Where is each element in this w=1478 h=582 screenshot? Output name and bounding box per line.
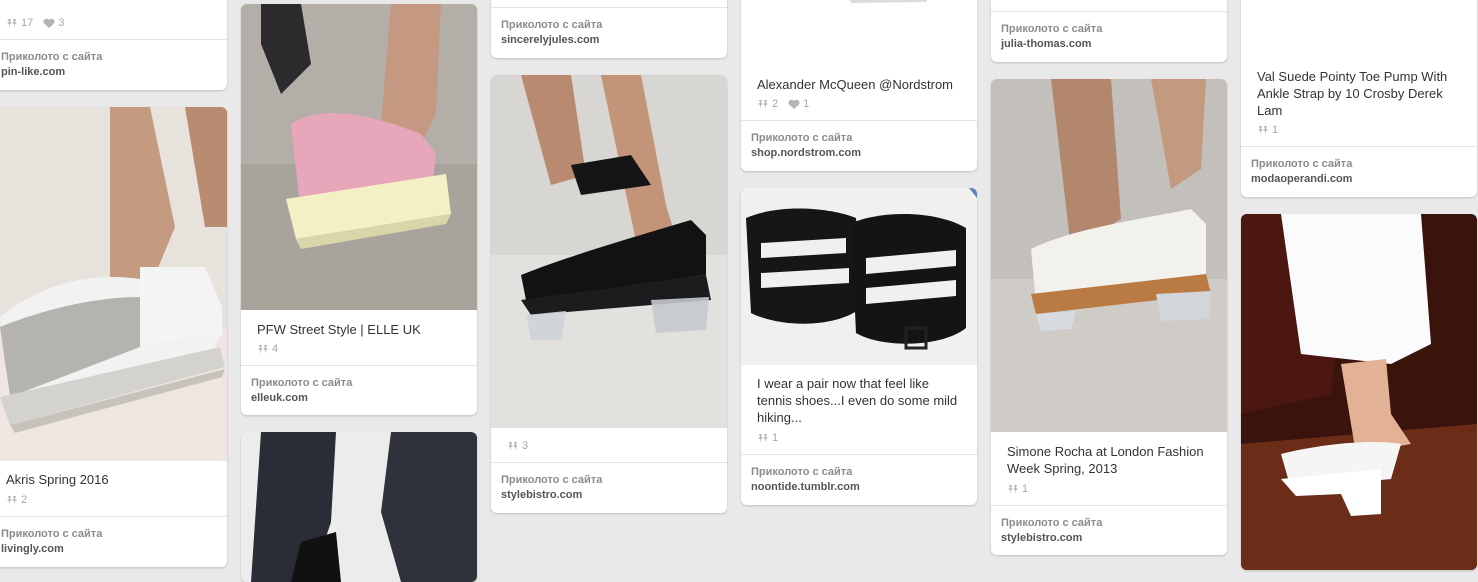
pin-card[interactable]: 3 Приколото с сайта stylebistro.com <box>491 75 727 513</box>
pin-image[interactable] <box>741 0 977 64</box>
source-label: Приколото с сайта <box>1001 517 1103 529</box>
pin-card[interactable]: Val Suede Pointy Toe Pump With Ankle Str… <box>1241 0 1477 197</box>
divider <box>741 120 977 121</box>
pin-card[interactable]: I wear a pair now that feel like tennis … <box>741 188 977 505</box>
source-site[interactable]: sincerelyjules.com <box>501 33 717 48</box>
divider <box>1241 146 1477 147</box>
repin-icon <box>257 344 269 355</box>
pin-source[interactable]: Приколото с сайта elleuk.com <box>251 376 467 406</box>
source-label: Приколото с сайта <box>1001 23 1103 35</box>
pin-image[interactable] <box>991 79 1227 432</box>
pin-source[interactable]: Приколото с сайта modaoperandi.com <box>1251 157 1467 187</box>
repin-icon <box>6 495 18 506</box>
source-site[interactable]: stylebistro.com <box>501 488 717 503</box>
pin-card[interactable]: Alexander McQueen @Nordstrom 2 1 Приколо… <box>741 0 977 171</box>
source-label: Приколото с сайта <box>251 377 353 389</box>
pin-source[interactable]: Приколото с сайта noontide.tumblr.com <box>751 465 967 495</box>
pin-stats: 3 <box>507 440 538 452</box>
repin-icon <box>507 441 519 452</box>
pin-image[interactable] <box>741 188 977 365</box>
source-site[interactable]: shop.nordstrom.com <box>751 146 967 161</box>
repin-icon <box>1257 125 1269 136</box>
source-site[interactable]: livingly.com <box>1 542 217 557</box>
source-site[interactable]: pin-like.com <box>1 65 217 80</box>
divider <box>991 505 1227 506</box>
pin-card[interactable]: PFW Street Style | ELLE UK 4 Приколото с… <box>241 4 477 415</box>
pin-image[interactable] <box>1241 0 1477 56</box>
source-site[interactable]: noontide.tumblr.com <box>751 480 967 495</box>
heart-icon <box>43 18 55 29</box>
pin-source[interactable]: Приколото с сайта stylebistro.com <box>1001 516 1217 546</box>
pin-card[interactable]: Приколото с сайта sincerelyjules.com <box>491 0 727 58</box>
source-label: Приколото с сайта <box>501 474 603 486</box>
repin-icon <box>6 18 18 29</box>
pin-title[interactable]: Akris Spring 2016 <box>6 471 213 488</box>
pin-image[interactable] <box>1241 214 1477 570</box>
pin-stats: 1 <box>757 432 788 444</box>
pin-card[interactable] <box>1241 214 1477 570</box>
divider <box>741 454 977 455</box>
pin-source[interactable]: Приколото с сайта julia-thomas.com <box>1001 22 1217 52</box>
pin-source[interactable]: Приколото с сайта pin-like.com <box>1 50 217 80</box>
pin-title[interactable]: Val Suede Pointy Toe Pump With Ankle Str… <box>1257 68 1463 119</box>
pin-image[interactable] <box>241 432 477 582</box>
source-label: Приколото с сайта <box>1 51 103 63</box>
pin-title[interactable]: I wear a pair now that feel like tennis … <box>757 375 963 426</box>
like-count: 1 <box>803 98 810 110</box>
pin-stats: 2 <box>6 494 37 506</box>
repin-count: 1 <box>1272 124 1279 136</box>
source-site[interactable]: stylebistro.com <box>1001 531 1217 546</box>
pin-stats: 1 <box>1007 483 1038 495</box>
repin-count: 17 <box>21 17 34 29</box>
repin-count: 2 <box>772 98 779 110</box>
pin-card[interactable]: Приколото с сайта julia-thomas.com <box>991 0 1227 62</box>
pin-image[interactable] <box>241 4 477 310</box>
pin-image[interactable] <box>0 107 227 461</box>
repin-icon <box>1007 484 1019 495</box>
source-label: Приколото с сайта <box>751 132 853 144</box>
divider <box>491 462 727 463</box>
divider <box>0 516 227 517</box>
pin-title[interactable]: PFW Street Style | ELLE UK <box>257 321 463 338</box>
heart-icon <box>788 99 800 110</box>
pin-stats: 1 <box>1257 124 1288 136</box>
pin-title[interactable]: Simone Rocha at London Fashion Week Spri… <box>1007 443 1213 477</box>
source-label: Приколото с сайта <box>1 528 103 540</box>
source-site[interactable]: elleuk.com <box>251 391 467 406</box>
pin-source[interactable]: Приколото с сайта stylebistro.com <box>501 473 717 503</box>
repin-icon <box>757 99 769 110</box>
divider <box>491 7 727 8</box>
pin-source[interactable]: Приколото с сайта shop.nordstrom.com <box>751 131 967 161</box>
pin-source[interactable]: Приколото с сайта sincerelyjules.com <box>501 18 717 48</box>
source-label: Приколото с сайта <box>501 19 603 31</box>
repin-count: 2 <box>21 494 28 506</box>
source-label: Приколото с сайта <box>751 466 853 478</box>
like-count: 3 <box>58 17 65 29</box>
divider <box>991 11 1227 12</box>
pin-title[interactable]: Alexander McQueen @Nordstrom <box>757 76 963 93</box>
pin-card[interactable]: Simone Rocha at London Fashion Week Spri… <box>991 79 1227 555</box>
pin-image[interactable] <box>491 75 727 428</box>
pin-stats: 17 3 <box>6 17 74 29</box>
repin-count: 3 <box>522 440 529 452</box>
pin-card[interactable]: Akris Spring 2016 2 Приколото с сайта li… <box>0 107 227 567</box>
source-site[interactable]: julia-thomas.com <box>1001 37 1217 52</box>
source-label: Приколото с сайта <box>1251 158 1353 170</box>
divider <box>0 39 227 40</box>
divider <box>241 365 477 366</box>
pin-stats: 2 1 <box>757 98 819 110</box>
pin-source[interactable]: Приколото с сайта livingly.com <box>1 527 217 557</box>
repin-count: 1 <box>1022 483 1029 495</box>
pin-card[interactable] <box>241 432 477 582</box>
repin-count: 1 <box>772 432 779 444</box>
repin-count: 4 <box>272 343 279 355</box>
pin-stats: 4 <box>257 343 288 355</box>
repin-icon <box>757 433 769 444</box>
source-site[interactable]: modaoperandi.com <box>1251 172 1467 187</box>
pin-card[interactable]: 17 3 Приколото с сайта pin-like.com <box>0 0 227 90</box>
